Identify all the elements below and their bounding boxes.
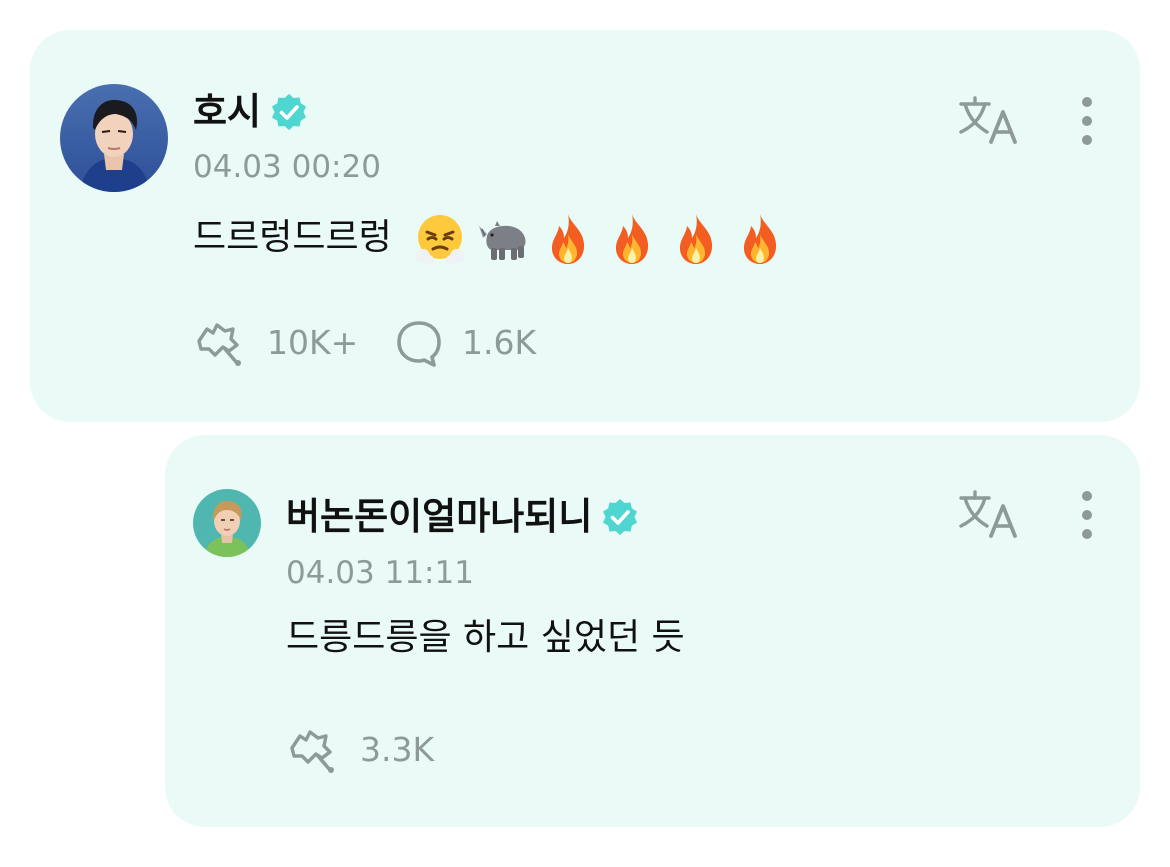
fire-emoji-icon <box>552 214 585 264</box>
reply-card[interactable]: 버논돈이얼마나되니 04.03 11:11 드릉드릉을 하고 싶었던 듯 3.3… <box>165 435 1140 827</box>
post-comment-count: 1.6K <box>462 323 537 362</box>
post-more-button[interactable] <box>1077 94 1097 148</box>
post-emoji-row <box>413 212 787 266</box>
reply-author-row: 버논돈이얼마나되니 <box>286 493 640 541</box>
reply-text: 드릉드릉을 하고 싶었던 듯 <box>286 617 685 658</box>
verified-badge-icon <box>603 499 638 535</box>
reply-more-button[interactable] <box>1077 488 1097 542</box>
fire-emoji-icon <box>616 214 649 264</box>
post-text: 드르렁드르렁 <box>193 217 392 258</box>
reply-timestamp: 04.03 11:11 <box>286 555 474 591</box>
reply-cheer-button[interactable]: 3.3K <box>286 726 434 774</box>
post-card[interactable]: 호시 04.03 00:20 드르렁드르렁 10K+ 1.6K <box>30 30 1140 422</box>
translate-icon <box>959 96 1017 144</box>
reply-translate-button[interactable] <box>957 490 1021 540</box>
cheer-icon <box>290 730 334 773</box>
fire-emoji-icon <box>744 214 777 264</box>
post-body: 드르렁드르렁 <box>193 212 787 266</box>
more-vertical-icon <box>1082 97 1092 145</box>
post-timestamp: 04.03 00:20 <box>193 149 381 185</box>
fire-emoji-icon <box>680 214 713 264</box>
rhino-emoji-icon <box>479 221 526 260</box>
more-vertical-icon <box>1082 491 1092 539</box>
comment-bubble-icon <box>397 321 441 367</box>
reply-cheer-count: 3.3K <box>360 730 435 769</box>
face-with-steam-from-nose-emoji-icon <box>416 215 465 265</box>
translate-icon <box>959 490 1017 538</box>
post-author-row: 호시 <box>193 88 309 136</box>
post-cheer-count: 10K+ <box>267 323 359 362</box>
post-comment-button[interactable]: 1.6K <box>396 319 536 367</box>
post-cheer-button[interactable]: 10K+ <box>193 319 358 367</box>
reply-author-name[interactable]: 버논돈이얼마나되니 <box>286 493 592 541</box>
reply-author-avatar[interactable] <box>193 489 261 557</box>
post-author-name[interactable]: 호시 <box>193 88 261 136</box>
cheer-icon <box>197 323 241 366</box>
post-author-avatar[interactable] <box>60 84 168 192</box>
post-translate-button[interactable] <box>957 96 1021 146</box>
verified-badge-icon <box>272 94 307 130</box>
